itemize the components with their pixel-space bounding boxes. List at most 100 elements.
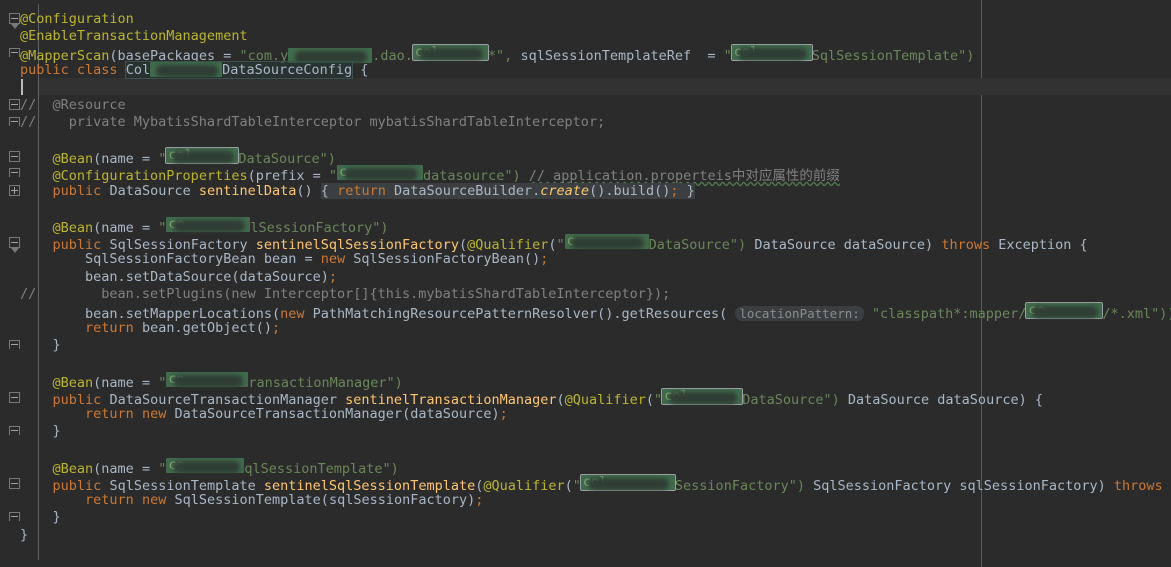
string-star-end: *", <box>487 48 513 64</box>
redaction-qualifier-2: col <box>661 388 744 405</box>
brace-close-m2: } <box>52 337 61 353</box>
class-name-suffix: DataSourceConfig <box>222 62 353 78</box>
annotation-configurationproperties: @ConfigurationProperties <box>52 168 248 184</box>
comment-prefix-chinese: // application.properteis中对应属性的前缀 <box>528 168 840 184</box>
dot-4: . <box>174 320 183 336</box>
space-6 <box>191 183 199 199</box>
fold-marker-method3-end[interactable] <box>9 426 20 435</box>
redaction-template-ref: col <box>730 44 813 61</box>
code-line-10[interactable]: public DataSource sentinelData() { retur… <box>20 183 695 200</box>
space-28 <box>1163 478 1171 494</box>
code-line-3[interactable]: public class Col DataSourceConfig { <box>20 61 369 79</box>
fold-marker-method1-expand[interactable] <box>9 185 20 196</box>
keyword-new-2: new <box>280 306 305 322</box>
code-line-0[interactable]: @Configuration <box>20 11 134 28</box>
quote-open-3: " <box>328 168 338 184</box>
paren-open-q2: ( <box>645 392 655 408</box>
var-bean-1: bean <box>263 251 297 267</box>
type-sqlsessionfactory-2: SqlSessionFactory <box>813 478 952 494</box>
comment-resource: // @Resource <box>20 97 126 113</box>
param-sqlsessiontemplateref: sqlSessionTemplateRef <box>520 48 692 64</box>
code-line-1[interactable]: @EnableTransactionManagement <box>20 28 248 45</box>
indent-13 <box>20 406 85 422</box>
space-17 <box>134 320 142 336</box>
keyword-return-4: return <box>85 492 134 508</box>
indent-2 <box>20 168 53 184</box>
semicolon-2: ; <box>540 251 549 267</box>
brace-open-m2: { <box>1071 237 1088 253</box>
fold-marker-method4-start[interactable] <box>9 478 20 489</box>
fold-marker-class-start[interactable] <box>9 13 20 29</box>
code-line-5[interactable]: // @Resource <box>20 97 126 114</box>
fold-marker-method2-end[interactable] <box>9 340 20 349</box>
annotation-enable-transaction-management: @EnableTransactionManagement <box>20 28 248 44</box>
fold-marker-method3-start[interactable] <box>9 392 20 403</box>
redaction-qualifier-3: col <box>579 474 676 491</box>
code-editor[interactable]: @Configuration @EnableTransactionManagem… <box>0 0 1171 567</box>
keyword-new-3: new <box>141 406 167 422</box>
semicolon-5: ; <box>499 406 508 422</box>
keyword-public-2: public <box>52 183 102 199</box>
class-name-identifier: Col DataSourceConfig <box>124 61 354 79</box>
equals-2: = <box>691 48 724 64</box>
string-classpath: "classpath*:mapper/ <box>871 306 1027 322</box>
string-datasource-suffix-3: DataSource") <box>742 392 840 408</box>
fold-marker-comment-end[interactable] <box>9 117 20 126</box>
code-line-15[interactable]: bean.setDataSource(dataSource); <box>20 269 337 286</box>
brace-close-inline: } <box>678 183 695 199</box>
fold-marker-bean1-start[interactable] <box>9 151 20 162</box>
indent-18 <box>20 509 53 525</box>
indent-17 <box>20 492 85 508</box>
method-create: create <box>540 183 590 199</box>
redaction-package-1 <box>288 48 373 63</box>
space-12 <box>990 237 998 253</box>
annotation-qualifier-2: @Qualifier <box>564 392 646 408</box>
var-datasource-3: dataSource <box>937 392 1019 408</box>
code-line-6[interactable]: // private MybatisShardTableInterceptor … <box>20 114 605 131</box>
type-exception: Exception <box>998 237 1072 253</box>
code-line-16[interactable]: // bean.setPlugins(new Interceptor[]{thi… <box>20 286 670 303</box>
semicolon-3: ; <box>328 269 338 285</box>
quote-open-7: " <box>654 392 663 408</box>
indent-3 <box>20 183 53 199</box>
brace-open-m3: ) { <box>1018 392 1043 408</box>
equals-6: = <box>296 251 321 267</box>
var-datasource-1: dataSource <box>843 237 926 253</box>
redaction-bean-name-1: col <box>165 147 240 164</box>
redaction-package-2: col <box>411 44 489 61</box>
dot-2: . <box>117 269 126 285</box>
keyword-class: class <box>76 62 118 78</box>
code-line-30[interactable]: } <box>20 527 28 544</box>
var-bean-2: bean <box>85 269 118 285</box>
code-line-28[interactable]: return new SqlSessionTemplate(sqlSession… <box>20 492 483 509</box>
code-line-14[interactable]: SqlSessionFactoryBean bean = new SqlSess… <box>20 251 548 268</box>
brace-open-class: { <box>352 62 369 78</box>
class-datasourcebuilder: DataSourceBuilder <box>393 183 533 199</box>
inline-folded-body: { return DataSourceBuilder.create().buil… <box>320 183 695 199</box>
code-line-19[interactable]: } <box>20 337 61 354</box>
equals-4: = <box>304 168 329 184</box>
parens-dot-2: (). <box>597 306 622 322</box>
fold-marker-bean1-end[interactable] <box>9 168 20 177</box>
fold-marker-method4-end[interactable] <box>9 512 20 521</box>
text-caret <box>21 79 23 95</box>
code-line-18[interactable]: return bean.getObject(); <box>20 320 280 337</box>
code-line-24[interactable]: } <box>20 423 61 440</box>
indent-6 <box>20 251 85 267</box>
parens-empty-1: () <box>296 183 321 199</box>
paren-open-cp: ( <box>247 168 256 184</box>
class-pathmatchingresolver: PathMatchingResourcePatternResolver <box>312 306 598 322</box>
var-sqlsessionfactory-2: sqlSessionFactory <box>328 492 468 508</box>
fold-marker-comment-start[interactable] <box>9 99 20 110</box>
string-xml-tail: /*.xml")); <box>1102 306 1171 322</box>
code-line-29[interactable]: } <box>20 509 61 526</box>
code-line-23[interactable]: return new DataSourceTransactionManager(… <box>20 406 508 423</box>
type-dstxmanager-2: DataSourceTransactionManager <box>174 406 403 422</box>
keyword-return-2: return <box>85 320 134 336</box>
redaction-bean-name-3: co <box>166 371 249 387</box>
paren-open-sds: ( <box>231 269 240 285</box>
string-sessionfactory: SessionFactory") <box>674 478 805 494</box>
paren-close-txm: ) <box>491 406 500 422</box>
fold-marker-mapperscan-end[interactable] <box>9 48 20 57</box>
fold-marker-method2-start[interactable] <box>9 237 20 253</box>
